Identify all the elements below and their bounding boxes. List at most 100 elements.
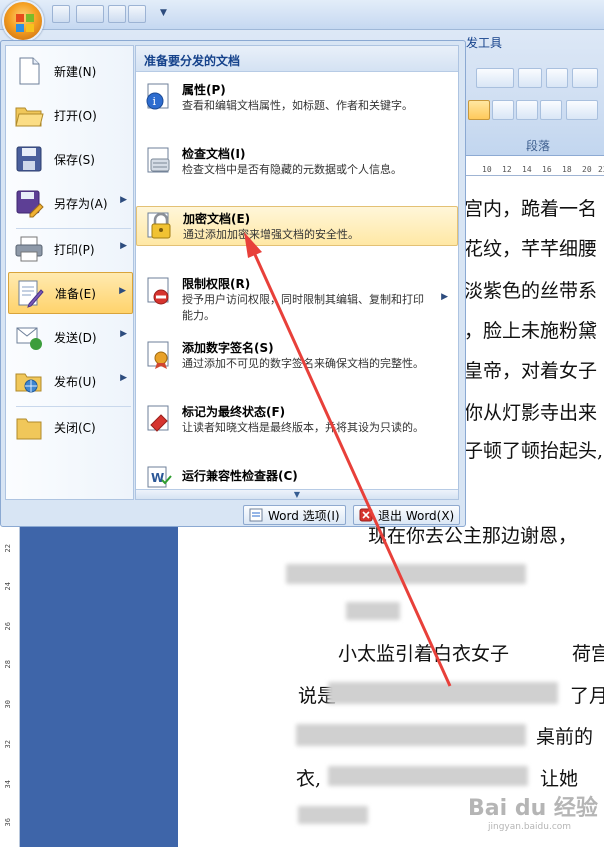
ruler-tick: 26 (4, 622, 12, 631)
publish-icon (14, 366, 44, 396)
menu-item-label: 打印(P) (54, 242, 95, 257)
blurred-text (286, 564, 526, 584)
prepare-submenu: 准备要分发的文档 i 属性(P) 查看和编辑文档属性，如标题、作者和关键字。 检… (135, 45, 459, 500)
ruler-tick: 22 (598, 165, 604, 174)
exit-word-label: 退出 Word(X) (378, 508, 455, 523)
menu-item-label: 打开(O) (54, 108, 97, 123)
distribute-button[interactable] (540, 100, 562, 120)
submenu-item-desc: 查看和编辑文档属性，如标题、作者和关键字。 (182, 99, 413, 112)
numbering-button[interactable] (476, 68, 514, 88)
multilevel-list-button[interactable] (518, 68, 542, 88)
submenu-arrow-icon: ▶ (120, 373, 127, 383)
blurred-text (298, 806, 368, 824)
doc-line: 淡紫色的丝带系 (464, 280, 598, 302)
menu-item-open[interactable]: 打开(O) (8, 94, 133, 136)
digital-signature-icon (143, 339, 175, 371)
submenu-item-digital-signature[interactable]: 添加数字签名(S) 通过添加不可见的数字签名来确保文档的完整性。 (136, 336, 458, 392)
ruler-tick: 16 (542, 165, 552, 174)
align-center-button[interactable] (468, 100, 490, 120)
save-icon[interactable] (52, 5, 70, 23)
watermark-logo-text: Bai du 经验 (468, 796, 598, 821)
ruler-tick: 14 (522, 165, 532, 174)
menu-item-close[interactable]: 关闭(C) (8, 406, 133, 448)
submenu-item-encrypt[interactable]: 加密文档(E) 通过添加加密来增强文档的安全性。 (136, 206, 458, 246)
ruler-tick: 12 (502, 165, 512, 174)
menu-item-publish[interactable]: 发布(U) ▶ (8, 360, 133, 402)
submenu-arrow-icon: ▶ (120, 241, 127, 251)
submenu-item-desc: 检查文档中是否有隐藏的元数据或个人信息。 (182, 163, 402, 176)
doc-line: ，脸上未施粉黛 (464, 320, 598, 342)
submenu-arrow-icon: ▶ (441, 292, 448, 302)
svg-text:i: i (153, 95, 157, 108)
submenu-item-desc: 通过添加不可见的数字签名来确保文档的完整性。 (182, 357, 424, 370)
qat-dropdown-icon[interactable]: ▼ (160, 8, 167, 18)
submenu-item-title: 运行兼容性检查器(C) (182, 469, 298, 483)
ruler-tick: 18 (562, 165, 572, 174)
menu-item-label: 准备(E) (55, 286, 96, 301)
submenu-item-properties[interactable]: i 属性(P) 查看和编辑文档属性，如标题、作者和关键字。 (136, 78, 458, 134)
ruler-tick: 30 (4, 700, 12, 709)
menu-item-label: 发布(U) (54, 374, 97, 389)
submenu-item-desc: 授予用户访问权限，同时限制其编辑、复制和打印能力。 (182, 293, 424, 322)
vertical-ruler[interactable]: 22 24 26 28 30 32 34 36 (0, 524, 20, 847)
submenu-item-title: 检查文档(I) (182, 147, 246, 161)
svg-text:W: W (151, 471, 164, 485)
tab-developer[interactable]: 发工具 (460, 32, 508, 52)
menu-item-save-as[interactable]: 另存为(A) ▶ (8, 182, 133, 224)
ruler-tick: 22 (4, 544, 12, 553)
menu-item-label: 关闭(C) (54, 420, 96, 435)
doc-line: 花纹，芊芊细腰 (464, 238, 598, 260)
encrypt-lock-icon (144, 210, 176, 242)
submenu-item-title: 添加数字签名(S) (182, 341, 274, 355)
restrict-permission-icon (143, 275, 175, 307)
horizontal-ruler[interactable]: 10 12 14 16 18 20 22 (462, 164, 604, 176)
decrease-indent-button[interactable] (546, 68, 568, 88)
doc-line: 你从灯影寺出来 (464, 402, 598, 424)
paragraph-group-label: 段落 (526, 139, 551, 153)
open-folder-icon (14, 100, 44, 130)
doc-line: 宫内，跪着一名 (464, 198, 598, 220)
office-button[interactable] (2, 0, 44, 42)
menu-item-new[interactable]: 新建(N) (8, 50, 133, 92)
submenu-item-mark-final[interactable]: 标记为最终状态(F) 让读者知晓文档是最终版本，并将其设为只读的。 (136, 400, 458, 456)
close-folder-icon (14, 412, 44, 442)
menu-item-print[interactable]: 打印(P) ▶ (8, 228, 133, 270)
submenu-item-compatibility-checker[interactable]: W 运行兼容性检查器(C) (136, 464, 458, 488)
submenu-item-title: 属性(P) (182, 83, 226, 97)
submenu-item-restrict-permission[interactable]: 限制权限(R) 授予用户访问权限，同时限制其编辑、复制和打印能力。 ▶ (136, 272, 458, 328)
menu-item-label: 发送(D) (54, 330, 97, 345)
menu-item-save[interactable]: 保存(S) (8, 138, 133, 180)
mark-final-icon (143, 403, 175, 435)
submenu-item-desc: 通过添加加密来增强文档的安全性。 (183, 228, 359, 241)
send-icon (14, 322, 44, 352)
justify-button[interactable] (516, 100, 538, 120)
redo-icon[interactable] (108, 5, 126, 23)
undo-icon[interactable] (76, 5, 104, 23)
scroll-down-button[interactable]: ▼ (136, 489, 458, 499)
print-preview-icon[interactable] (128, 5, 146, 23)
submenu-header: 准备要分发的文档 (136, 46, 458, 72)
submenu-item-inspect[interactable]: 检查文档(I) 检查文档中是否有隐藏的元数据或个人信息。 (136, 142, 458, 186)
exit-word-button[interactable]: 退出 Word(X) (353, 505, 461, 525)
office-menu-commands: 新建(N) 打开(O) 保存(S) 另存为(A) ▶ 打印(P) ▶ 准备(E)… (5, 45, 134, 500)
ruler-tick: 20 (582, 165, 592, 174)
menu-item-label: 新建(N) (54, 64, 97, 79)
title-bar: ▼ (0, 0, 604, 30)
submenu-arrow-icon: ▶ (120, 329, 127, 339)
align-right-button[interactable] (492, 100, 514, 120)
submenu-item-title: 限制权限(R) (182, 277, 251, 291)
doc-line: 荷宫 (572, 643, 604, 665)
menu-item-prepare[interactable]: 准备(E) ▶ (8, 272, 133, 314)
blurred-text (328, 682, 558, 704)
submenu-arrow-icon: ▶ (120, 195, 127, 205)
prepare-icon (15, 278, 45, 308)
save-disk-icon (14, 144, 44, 174)
doc-line: 桌前的 (536, 726, 594, 748)
office-menu: 新建(N) 打开(O) 保存(S) 另存为(A) ▶ 打印(P) ▶ 准备(E)… (0, 40, 466, 527)
menu-item-send[interactable]: 发送(D) ▶ (8, 316, 133, 358)
word-options-button[interactable]: Word 选项(I) (243, 505, 346, 525)
line-spacing-button[interactable] (566, 100, 598, 120)
menu-item-label: 保存(S) (54, 152, 95, 167)
menu-item-label: 另存为(A) (54, 196, 108, 211)
increase-indent-button[interactable] (572, 68, 598, 88)
